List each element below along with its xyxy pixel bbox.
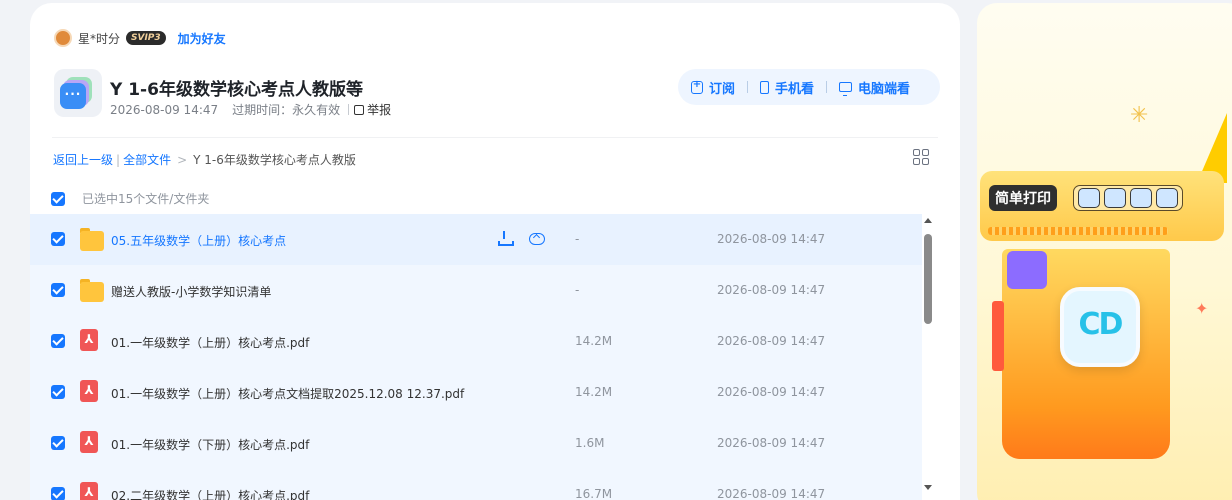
selection-count: 已选中15个文件/文件夹 [82, 192, 210, 206]
ad-logo: CD [1078, 307, 1124, 342]
subscribe-button[interactable]: 订阅 [691, 78, 735, 97]
scroll-up-arrow-icon[interactable] [924, 218, 932, 223]
vip-badge: SVIP3 [126, 31, 166, 45]
share-expiry: 过期时间：永久有效 [232, 103, 341, 117]
file-checkbox[interactable] [51, 232, 65, 246]
file-list: 05.五年级数学（上册）核心考点 - 2026-08-09 14:47 赠送人教… [30, 214, 922, 500]
file-checkbox[interactable] [51, 283, 65, 297]
file-name[interactable]: 02.二年级数学（上册）核心考点.pdf [111, 487, 309, 500]
file-row[interactable]: 赠送人教版-小学数学知识清单 - 2026-08-09 14:47 [30, 265, 922, 316]
file-date: 2026-08-09 14:47 [717, 283, 826, 297]
share-title: Y 1-6年级数学核心考点人教版等 [110, 80, 363, 100]
file-name[interactable]: 01.一年级数学（上册）核心考点.pdf [111, 334, 309, 351]
mobile-view-label: 手机看 [775, 81, 815, 97]
folder-icon [80, 228, 104, 251]
breadcrumb-all-files-link[interactable]: 全部文件 [123, 151, 171, 168]
ad-logo-tile: CD [1060, 287, 1140, 367]
subscribe-label: 订阅 [709, 81, 736, 97]
file-row[interactable]: 05.五年级数学（上册）核心考点 - 2026-08-09 14:47 [30, 214, 922, 265]
scroll-down-arrow-icon[interactable] [924, 485, 932, 490]
pdf-icon [80, 482, 98, 500]
sharer-info: 星*时分 SVIP3 加为好友 [54, 29, 226, 47]
print-ad-banner[interactable]: ✳ ✦ 简单打印 CD [977, 3, 1232, 500]
share-file-icon [54, 69, 102, 117]
printer-paper-accent [992, 301, 1004, 371]
printer-buttons [1073, 185, 1183, 211]
pdf-icon [80, 329, 98, 351]
printer-strip [988, 227, 1168, 235]
breadcrumb-arrow-icon: > [177, 152, 188, 167]
file-row[interactable]: 01.一年级数学（上册）核心考点.pdf 14.2M 2026-08-09 14… [30, 316, 922, 367]
report-label: 举报 [367, 103, 392, 117]
scroll-thumb[interactable] [924, 234, 932, 324]
file-date: 2026-08-09 14:47 [717, 436, 826, 450]
file-name[interactable]: 05.五年级数学（上册）核心考点 [111, 232, 286, 249]
grid-view-icon[interactable] [913, 149, 929, 165]
action-divider [747, 81, 749, 93]
phone-icon [760, 80, 770, 94]
file-date: 2026-08-09 14:47 [717, 385, 826, 399]
file-date: 2026-08-09 14:47 [717, 487, 826, 500]
file-date: 2026-08-09 14:47 [717, 334, 826, 348]
printer-paper-accent [1007, 251, 1047, 289]
file-checkbox[interactable] [51, 436, 65, 450]
file-checkbox[interactable] [51, 487, 65, 500]
printer-illustration: 简单打印 CD [980, 161, 1224, 461]
file-list-scrollbar[interactable] [922, 214, 934, 496]
file-size: - [575, 283, 580, 297]
file-name[interactable]: 01.一年级数学（下册）核心考点.pdf [111, 436, 309, 453]
pc-view-button[interactable]: 电脑端看 [839, 78, 910, 97]
file-checkbox[interactable] [51, 385, 65, 399]
printer-button-icon [1104, 188, 1126, 208]
file-checkbox[interactable] [51, 334, 65, 348]
file-size: 14.2M [575, 334, 613, 348]
cloud-save-icon[interactable] [528, 230, 545, 246]
share-meta: 2026-08-09 14:47 过期时间：永久有效 举报 [110, 101, 391, 118]
share-created-date: 2026-08-09 14:47 [110, 102, 219, 117]
add-friend-link[interactable]: 加为好友 [178, 30, 226, 47]
file-row[interactable]: 01.一年级数学（上册）核心考点文档提取2025.12.08 12.37.pdf… [30, 367, 922, 418]
header-divider [52, 137, 938, 138]
download-icon[interactable] [497, 230, 514, 246]
subscribe-icon [691, 79, 703, 94]
monitor-icon [839, 82, 853, 96]
folder-icon [80, 279, 104, 302]
file-name[interactable]: 赠送人教版-小学数学知识清单 [111, 283, 271, 300]
file-row[interactable]: 01.一年级数学（下册）核心考点.pdf 1.6M 2026-08-09 14:… [30, 418, 922, 469]
file-row[interactable]: 02.二年级数学（上册）核心考点.pdf 16.7M 2026-08-09 14… [30, 469, 922, 500]
meta-divider [348, 104, 350, 115]
share-card: 星*时分 SVIP3 加为好友 Y 1-6年级数学核心考点人教版等 2026-0… [30, 3, 960, 500]
file-size: 16.7M [575, 487, 613, 500]
sparkle-icon: ✳ [1130, 103, 1149, 128]
breadcrumb-current: Y 1-6年级数学核心考点人教版 [193, 153, 356, 167]
action-divider [826, 81, 828, 93]
printer-button-icon [1130, 188, 1152, 208]
printer-body: 简单打印 [980, 171, 1224, 241]
breadcrumb-separator: | [116, 152, 121, 167]
printer-button-icon [1078, 188, 1100, 208]
sharer-name[interactable]: 星*时分 [78, 30, 120, 47]
report-icon [354, 104, 365, 115]
breadcrumb-back-link[interactable]: 返回上一级 [53, 151, 113, 168]
view-actions: 订阅 手机看 电脑端看 [678, 69, 940, 105]
select-all-row: 已选中15个文件/文件夹 [51, 190, 209, 207]
report-button[interactable]: 举报 [354, 101, 391, 118]
pc-view-label: 电脑端看 [858, 81, 911, 97]
mobile-view-button[interactable]: 手机看 [760, 78, 814, 97]
file-size: 14.2M [575, 385, 613, 399]
pdf-icon [80, 380, 98, 402]
file-size: 1.6M [575, 436, 605, 450]
breadcrumb: 返回上一级 | 全部文件 > Y 1-6年级数学核心考点人教版 [53, 151, 356, 168]
pdf-icon [80, 431, 98, 453]
file-size: - [575, 232, 580, 246]
sharer-avatar[interactable] [54, 29, 72, 47]
select-all-checkbox[interactable] [51, 191, 65, 206]
file-name[interactable]: 01.一年级数学（上册）核心考点文档提取2025.12.08 12.37.pdf [111, 385, 464, 402]
file-date: 2026-08-09 14:47 [717, 232, 826, 246]
printer-button-icon [1156, 188, 1178, 208]
ad-label: 简单打印 [989, 185, 1057, 211]
